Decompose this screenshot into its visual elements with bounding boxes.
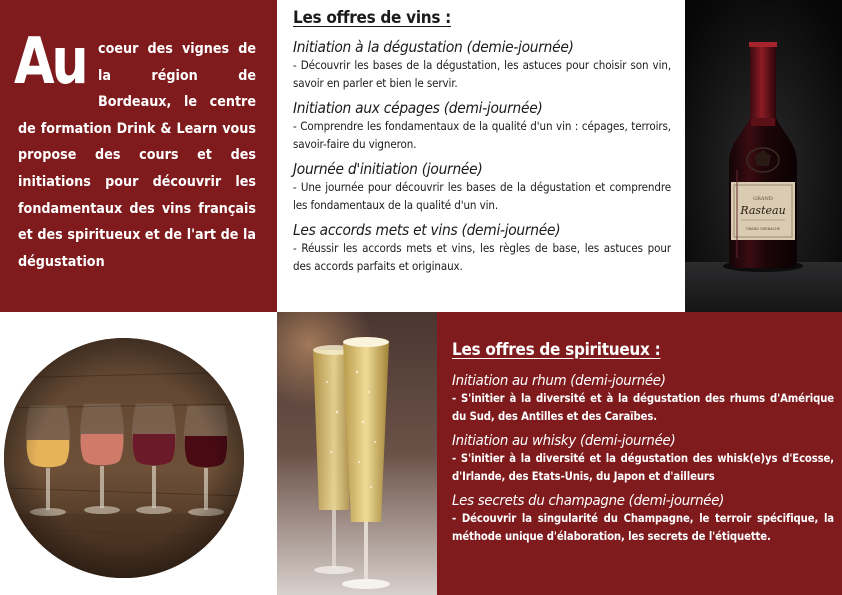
tasting-glasses-area [0,312,277,595]
wine-offer: Initiation à la dégustation (demie-journ… [293,38,671,92]
wine-offers-title: Les offres de vins : [293,8,451,28]
wine-offer: Initiation aux cépages (demi-journée) - … [293,99,671,153]
spirit-offer-title: Initiation au whisky (demi-journée) [452,433,676,449]
spirits-offers-title: Les offres de spiritueux : [452,340,661,360]
intro-panel: Au coeur des vignes de la région de Bord… [0,0,277,312]
spirit-offer-description: - S'initier à la diversité et à la dégus… [452,392,834,423]
drop-cap-spacer [18,36,98,112]
spirit-offer: Initiation au rhum (demi-journée) - S'in… [452,372,834,426]
spirits-offers-panel: Les offres de spiritueux : Initiation au… [437,312,842,595]
spirit-offer-description: - S'initier à la diversité et la dégusta… [452,452,834,483]
wine-offer-title: Initiation à la dégustation (demie-journ… [293,38,574,56]
wine-offer: Les accords mets et vins (demi-journée) … [293,221,671,275]
wine-offer-description: - Une journée pour découvrir les bases d… [293,180,671,212]
spirit-offer-description: - Découvrir la singularité du Champagne,… [452,512,834,543]
wine-bottle-illustration: GRAND Rasteau GRAND GRENACHE [685,0,842,312]
wine-offers-panel: Les offres de vins : Initiation à la dég… [277,0,685,312]
wine-offer-description: - Comprendre les fondamentaux de la qual… [293,119,671,151]
bottle-label-name: Rasteau [739,204,785,217]
svg-text:GRAND: GRAND [753,196,773,202]
champagne-flutes-illustration [277,312,437,595]
spirit-offer-title: Initiation au rhum (demi-journée) [452,373,666,389]
intro-paragraph: coeur des vignes de la région de Bordeau… [18,36,256,275]
spirit-offer: Initiation au whisky (demi-journée) - S'… [452,432,834,486]
wine-bottle-photo: GRAND Rasteau GRAND GRENACHE [685,0,842,312]
champagne-flutes-photo [277,312,437,595]
wine-offer-title: Les accords mets et vins (demi-journée) [293,221,561,239]
spirit-offer: Les secrets du champagne (demi-journée) … [452,492,834,546]
tasting-glasses-illustration [4,338,244,578]
wine-offer-description: - Découvrir les bases de la dégustation,… [293,58,671,90]
wine-offer: Journée d'initiation (journée) - Une jou… [293,160,671,214]
bottle-label-subtitle: GRAND GRENACHE [746,227,781,231]
wine-offer-description: - Réussir les accords mets et vins, les … [293,241,671,273]
wine-offer-title: Initiation aux cépages (demi-journée) [293,99,543,117]
tasting-glasses-photo [4,338,244,578]
spirit-offer-title: Les secrets du champagne (demi-journée) [452,493,725,509]
wine-offer-title: Journée d'initiation (journée) [293,160,483,178]
